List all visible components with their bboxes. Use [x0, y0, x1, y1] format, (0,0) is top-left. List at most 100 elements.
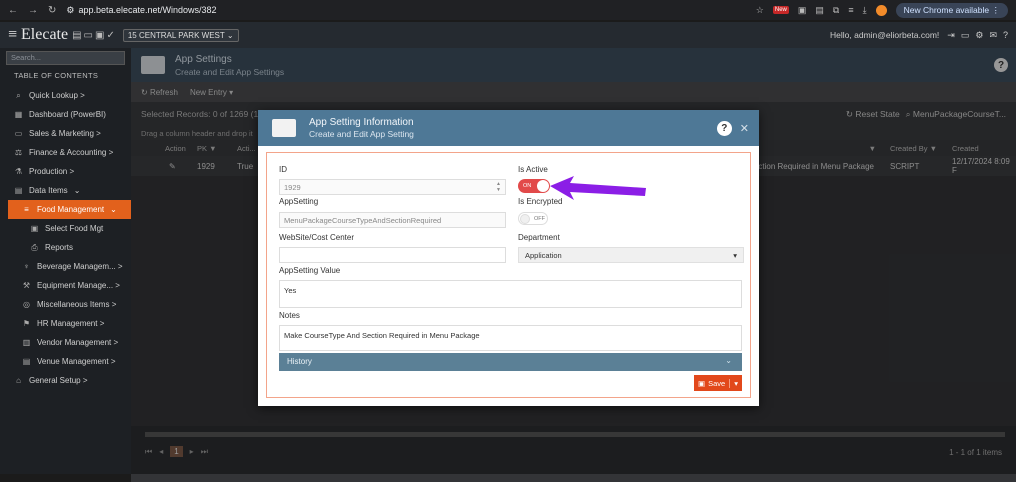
- sidebar-item-reports[interactable]: ⎙ Reports: [0, 238, 131, 257]
- hamburger-icon[interactable]: ≡: [8, 26, 17, 44]
- announce-icon[interactable]: ✉: [989, 30, 997, 41]
- sidebar-item-label: Sales & Marketing >: [29, 129, 101, 138]
- id-label: ID: [279, 165, 287, 174]
- modal-help-icon[interactable]: ?: [716, 120, 732, 136]
- bookmark-star-icon[interactable]: ☆: [756, 5, 764, 16]
- new-chrome-available-button[interactable]: New Chrome available ⋮: [895, 2, 1008, 18]
- notes-textarea[interactable]: Make CourseType And Section Required in …: [279, 325, 742, 351]
- is-encrypted-toggle[interactable]: OFF: [518, 212, 548, 225]
- settings-card-icon: [272, 119, 296, 137]
- is-active-state: ON: [523, 183, 532, 189]
- misc-icon: ◎: [23, 300, 30, 309]
- site-info-icon[interactable]: ⚙: [66, 5, 74, 16]
- sidebar-item-venue[interactable]: ▤ Venue Management >: [0, 352, 131, 371]
- data-icon: ▤: [14, 186, 23, 195]
- address-bar[interactable]: ⚙ app.beta.elecate.net/Windows/382: [66, 5, 216, 16]
- sidebar-search-input[interactable]: Search...: [6, 51, 125, 65]
- sidebar-item-label: Venue Management >: [37, 357, 116, 366]
- url-text[interactable]: app.beta.elecate.net/Windows/382: [78, 5, 216, 15]
- appsetting-value-label: AppSetting Value: [279, 266, 341, 275]
- extensions-puzzle-icon[interactable]: ⧉: [833, 5, 839, 16]
- spinner-icon[interactable]: ▲ ▼: [496, 181, 501, 193]
- sidebar-item-label: Finance & Accounting >: [29, 148, 114, 157]
- department-label: Department: [518, 233, 560, 242]
- sidebar-item-dashboard[interactable]: ▦ Dashboard (PowerBI): [0, 105, 131, 124]
- sidebar-item-food-management[interactable]: ≡ Food Management ⌄: [8, 200, 131, 219]
- history-label: History: [287, 357, 312, 366]
- id-field[interactable]: 1929 ▲ ▼: [279, 179, 506, 195]
- floppy-icon: ▣: [698, 378, 706, 388]
- settings-gear-icon[interactable]: ⚙: [975, 30, 983, 41]
- search-icon: ⌕: [16, 90, 21, 100]
- browser-chrome: ← → ↻ ⚙ app.beta.elecate.net/Windows/382…: [0, 0, 1016, 20]
- finance-icon: ⚖: [14, 148, 23, 157]
- beverage-icon: ♆: [23, 262, 30, 271]
- sidebar-item-general-setup[interactable]: ⌂ General Setup >: [0, 371, 131, 390]
- production-icon: ⚗: [14, 167, 23, 176]
- sidebar-item-select-food-mgt[interactable]: ▣ Select Food Mgt: [0, 219, 131, 238]
- sidebar-item-quick-lookup[interactable]: ⌕ Quick Lookup >: [0, 86, 131, 105]
- extension-new-badge[interactable]: New: [772, 6, 789, 14]
- sidebar-item-finance[interactable]: ⚖ Finance & Accounting >: [0, 143, 131, 162]
- help-circle-icon[interactable]: ?: [1003, 30, 1008, 41]
- sidebar-item-equipment[interactable]: ⚒ Equipment Manage... >: [0, 276, 131, 295]
- new-chrome-label: New Chrome available: [903, 4, 990, 15]
- topbar-icons: ⇥ ▭ ⚙ ✉ ?: [947, 30, 1008, 41]
- browser-toolbar-right: ☆ New ▣ ▤ ⧉ ≡ ⤓ New Chrome available ⋮: [756, 2, 1008, 18]
- logo-text: Elecate: [21, 26, 69, 43]
- sidebar-item-hr[interactable]: ⚑ HR Management >: [0, 314, 131, 333]
- caret-down-icon: ▾: [733, 251, 737, 260]
- sidebar-item-production[interactable]: ⚗ Production >: [0, 162, 131, 181]
- department-value: Application: [525, 251, 562, 260]
- back-icon[interactable]: ←: [8, 5, 18, 16]
- sidebar-item-sales[interactable]: ▭ Sales & Marketing >: [0, 124, 131, 143]
- download-icon[interactable]: ⤓: [863, 5, 867, 16]
- sidebar-item-label: Equipment Manage... >: [37, 281, 120, 290]
- site-select-value: 15 CENTRAL PARK WEST: [127, 30, 225, 40]
- sidebar-item-data-items[interactable]: ▤ Data Items ⌄: [0, 181, 131, 200]
- sidebar-item-label: Miscellaneous Items >: [37, 300, 117, 309]
- history-panel-toggle[interactable]: History ⌄: [279, 353, 742, 371]
- close-icon[interactable]: ✕: [740, 122, 749, 135]
- forward-icon[interactable]: →: [28, 5, 38, 16]
- sidebar-item-misc[interactable]: ◎ Miscellaneous Items >: [0, 295, 131, 314]
- folder-icon[interactable]: ▭: [961, 30, 970, 41]
- select-icon: ▣: [30, 224, 39, 233]
- hr-icon: ⚑: [22, 319, 31, 328]
- sidebar-item-label: Select Food Mgt: [45, 224, 104, 233]
- save-dropdown-caret[interactable]: ▾: [729, 378, 742, 388]
- chevron-down-icon: ⌄: [73, 186, 81, 195]
- table-of-contents-heading: TABLE OF CONTENTS: [14, 71, 99, 80]
- extension-icon-2[interactable]: ▤: [815, 5, 824, 16]
- department-select[interactable]: Application ▾: [518, 247, 744, 263]
- app-setting-modal: App Setting Information Create and Edit …: [258, 110, 759, 406]
- sidebar-item-label: Beverage Managem... >: [37, 262, 123, 271]
- website-field[interactable]: [279, 247, 506, 263]
- notes-label: Notes: [279, 311, 300, 320]
- sidebar-item-label: Production >: [29, 167, 75, 176]
- sidebar: Search... TABLE OF CONTENTS ⌕ Quick Looku…: [0, 48, 131, 474]
- reload-icon[interactable]: ↻: [48, 5, 56, 16]
- chevron-down-icon: ⌄: [725, 356, 732, 365]
- sidebar-item-vendor[interactable]: ▥ Vendor Management >: [0, 333, 131, 352]
- modal-form: ID 1929 ▲ ▼ Is Active ON AppSetting MenuPa…: [266, 152, 751, 398]
- vendor-icon: ▥: [22, 338, 31, 347]
- sidebar-item-beverage[interactable]: ♆ Beverage Managem... >: [0, 257, 131, 276]
- extension-icon[interactable]: ▣: [798, 5, 807, 16]
- topbar-app-icons[interactable]: ▤▭▣✓: [72, 30, 117, 41]
- sidebar-item-label: HR Management >: [37, 319, 105, 328]
- is-active-toggle[interactable]: ON: [518, 179, 550, 193]
- sidebar-item-label: Food Management: [37, 205, 105, 214]
- app-logo[interactable]: ≡ Elecate: [8, 26, 68, 44]
- appsetting-value-textarea[interactable]: Yes: [279, 280, 742, 308]
- chevron-down-icon: ⌄: [110, 205, 117, 214]
- browser-nav: ← → ↻: [8, 5, 56, 16]
- site-select[interactable]: 15 CENTRAL PARK WEST ⌄: [122, 28, 239, 42]
- sales-icon: ▭: [14, 129, 23, 138]
- equipment-icon: ⚒: [22, 281, 31, 290]
- appsetting-field[interactable]: MenuPackageCourseTypeAndSectionRequired: [279, 212, 506, 228]
- save-button[interactable]: ▣ Save ▾: [694, 375, 742, 391]
- profile-avatar[interactable]: [875, 4, 887, 16]
- reading-list-icon[interactable]: ≡: [848, 5, 853, 15]
- logout-icon[interactable]: ⇥: [947, 30, 955, 41]
